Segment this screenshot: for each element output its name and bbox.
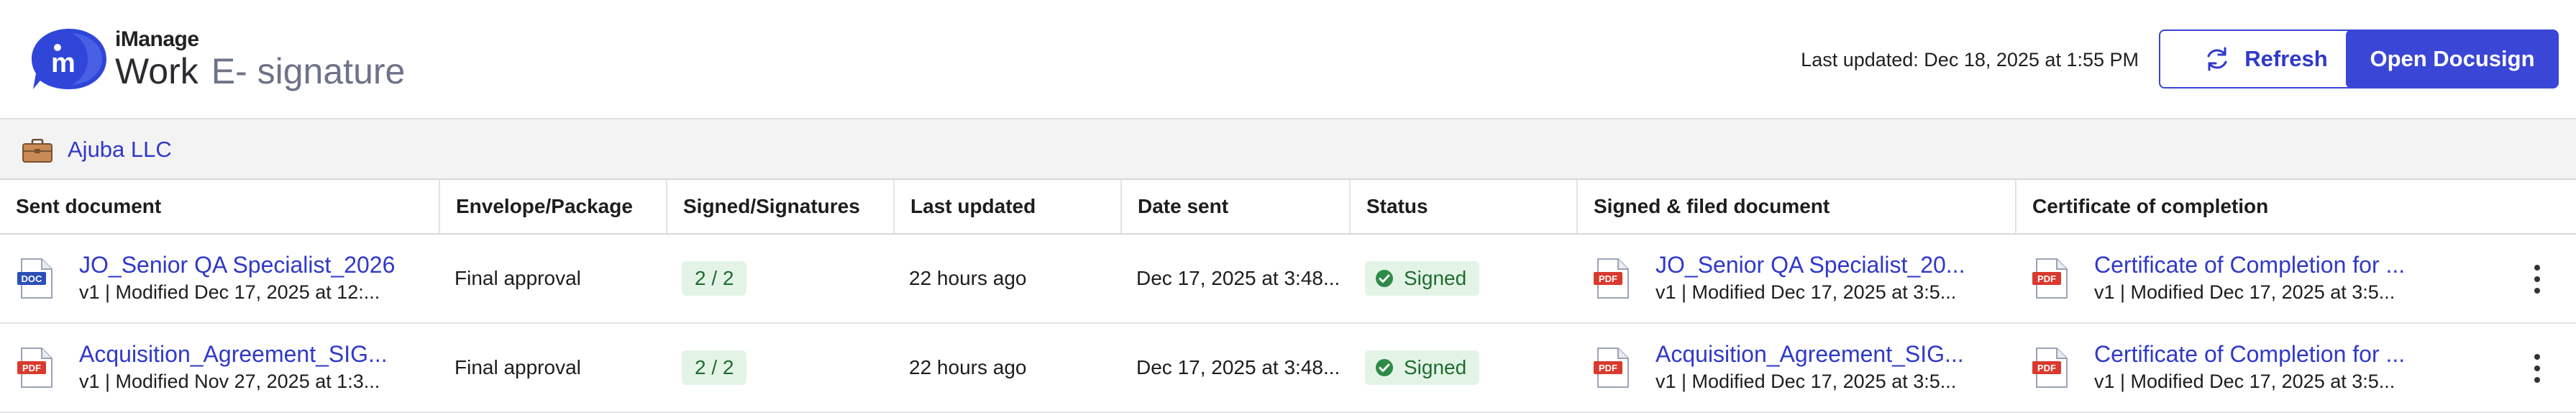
column-signed-signatures[interactable]: Signed/Signatures [666, 180, 893, 233]
check-circle-icon [1376, 359, 1393, 376]
signature-count-badge: 2 / 2 [682, 261, 747, 296]
status-label: Signed [1404, 356, 1467, 378]
status-label: Signed [1404, 267, 1467, 289]
last-updated-text: Last updated: Dec 18, 2025 at 1:55 PM [1801, 49, 2139, 71]
signed-filed-document-meta: v1 | Modified Dec 17, 2025 at 3:5... [1655, 281, 1957, 303]
svg-text:PDF: PDF [1599, 363, 1617, 373]
column-sent-document[interactable]: Sent document [0, 180, 439, 233]
table-row[interactable]: PDF Acquisition_Agreement_SIG... v1 | Mo… [0, 324, 2576, 413]
sent-document-link[interactable]: Acquisition_Agreement_SIG... [79, 340, 388, 368]
product-work: Work [115, 51, 198, 91]
refresh-icon [2207, 47, 2227, 71]
signature-count-badge: 2 / 2 [682, 350, 747, 385]
sent-document-meta: v1 | Modified Nov 27, 2025 at 1:3... [79, 371, 380, 392]
pdf-file-icon: PDF [17, 348, 52, 388]
svg-text:PDF: PDF [2037, 273, 2056, 284]
signed-filed-document-meta: v1 | Modified Dec 17, 2025 at 3:5... [1655, 371, 1957, 392]
last-updated-cell: 22 hours ago [909, 267, 1027, 289]
certificate-meta: v1 | Modified Dec 17, 2025 at 3:5... [2094, 371, 2395, 392]
status-badge: Signed [1365, 350, 1480, 385]
column-signed-filed-document[interactable]: Signed & filed document [1576, 180, 2015, 233]
pdf-file-icon: PDF [1594, 258, 1629, 299]
open-docusign-button[interactable]: Open Docusign [2346, 30, 2559, 88]
signed-filed-document-link[interactable]: JO_Senior QA Specialist_20... [1655, 251, 1965, 278]
column-date-sent[interactable]: Date sent [1120, 180, 1349, 233]
refresh-button[interactable]: Refresh [2159, 30, 2372, 88]
doc-file-type: PDF [22, 363, 41, 373]
svg-text:PDF: PDF [1599, 273, 1617, 284]
product-esignature: E- signature [211, 51, 406, 91]
certificate-link[interactable]: Certificate of Completion for ... [2094, 340, 2405, 368]
certificate-link[interactable]: Certificate of Completion for ... [2094, 251, 2405, 278]
doc-file-type: DOC [22, 273, 43, 284]
check-circle-icon [1376, 270, 1393, 287]
status-badge: Signed [1365, 261, 1480, 296]
doc-file-icon: DOC [17, 258, 52, 299]
pdf-file-icon: PDF [2032, 348, 2068, 388]
column-last-updated[interactable]: Last updated [893, 180, 1120, 233]
table-header: Sent document Envelope/Package Signed/Si… [0, 180, 2576, 235]
column-envelope-package[interactable]: Envelope/Package [439, 180, 666, 233]
column-status[interactable]: Status [1349, 180, 1576, 233]
client-bar: Ajuba LLC [0, 118, 2576, 180]
signed-filed-document-link[interactable]: Acquisition_Agreement_SIG... [1655, 340, 1964, 368]
pdf-file-icon: PDF [1594, 348, 1629, 388]
svg-text:PDF: PDF [2037, 363, 2056, 373]
date-sent-cell: Dec 17, 2025 at 3:48... [1136, 356, 1340, 378]
table-row[interactable]: DOC JO_Senior QA Specialist_2026 v1 | Mo… [0, 235, 2576, 324]
imanage-logo-icon: m [32, 29, 106, 89]
product-name: Work E- signature [115, 50, 405, 92]
date-sent-cell: Dec 17, 2025 at 3:48... [1136, 267, 1340, 289]
app-header: m iManage Work E- signature Last updated:… [0, 0, 2576, 118]
last-updated-cell: 22 hours ago [909, 356, 1027, 378]
client-link[interactable]: Ajuba LLC [68, 137, 172, 163]
column-certificate-of-completion[interactable]: Certificate of completion [2015, 180, 2576, 233]
pdf-file-icon: PDF [2032, 258, 2068, 299]
brand-name: iManage [115, 27, 199, 51]
envelope-name: Final approval [455, 356, 581, 378]
sent-document-meta: v1 | Modified Dec 17, 2025 at 12:... [79, 281, 380, 303]
svg-text:m: m [51, 48, 76, 78]
envelope-name: Final approval [455, 267, 581, 289]
sent-document-link[interactable]: JO_Senior QA Specialist_2026 [79, 251, 395, 278]
more-vertical-icon[interactable] [2530, 263, 2544, 295]
refresh-label: Refresh [2244, 46, 2328, 71]
more-vertical-icon[interactable] [2530, 353, 2544, 384]
briefcase-icon [22, 139, 52, 163]
certificate-meta: v1 | Modified Dec 17, 2025 at 3:5... [2094, 281, 2395, 303]
